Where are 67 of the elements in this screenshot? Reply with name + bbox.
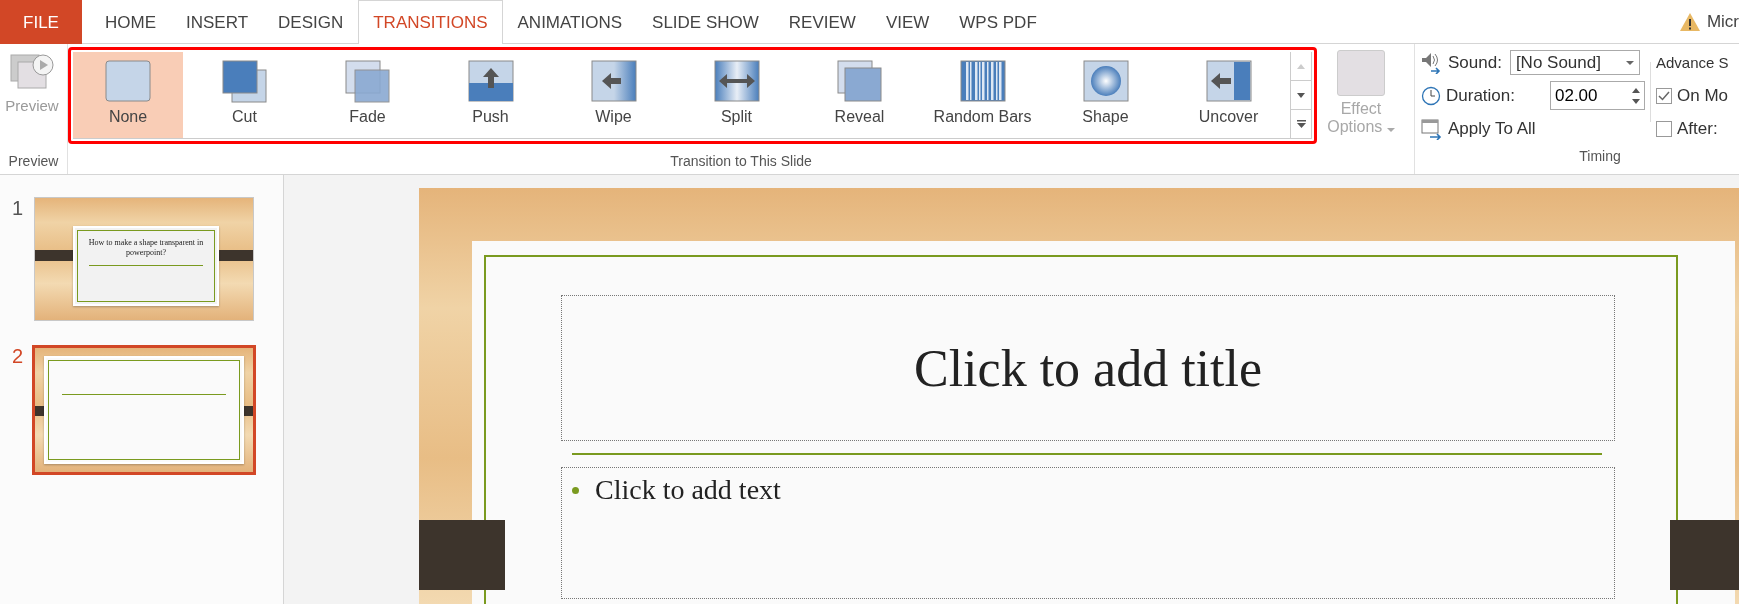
placeholder-text: Click to add text [595,474,781,506]
transition-option[interactable]: Split [675,52,798,138]
clock-icon [1421,85,1441,106]
transition-icon [588,58,639,104]
text-placeholder[interactable]: Click to add text [561,467,1615,599]
advance-slide-label: Advance S [1656,53,1729,73]
transition-option[interactable]: Shape [1044,52,1167,138]
group-label: Timing [1578,147,1622,166]
slide-number: 2 [12,345,22,368]
transition-icon [219,58,270,104]
transition-option[interactable]: Push [429,52,552,138]
transition-icon [465,58,516,104]
apply-to-all-button[interactable]: Apply To All [1421,114,1645,143]
ribbon-tab[interactable]: REVIEW [773,0,871,44]
group-label: Transition to This Slide [669,152,813,171]
ribbon-tab[interactable]: INSERT [171,0,264,44]
slide-thumbnail[interactable]: How to make a shape transparent in powerpoint? [34,197,254,321]
tab-strip [35,406,44,416]
sound-label: Sound: [1448,52,1502,73]
account-name[interactable]: Micr [1706,11,1739,32]
apply-all-icon [1421,117,1443,140]
option-label: After: [1677,118,1718,139]
tab-strip [244,406,253,416]
transition-icon [711,58,762,104]
ribbon-tab[interactable]: DESIGN [263,0,359,44]
caret-icon [1625,60,1634,65]
checkbox[interactable] [1656,120,1672,137]
transition-option[interactable]: Fade [306,52,429,138]
sound-dropdown[interactable]: [No Sound] [1509,50,1640,75]
transition-option[interactable]: Reveal [798,52,921,138]
slide-number: 1 [12,197,22,220]
title-placeholder[interactable]: Click to add title [561,295,1615,441]
bullet-icon [572,486,579,494]
group-label: Preview [7,152,60,171]
thumbnail-title: How to make a shape transparent in powerpoint? [87,238,205,259]
transition-option[interactable]: None [73,52,183,138]
duration-label: Duration: [1446,85,1515,106]
tab-strip [1670,520,1739,590]
transition-icon [957,58,1008,104]
transition-icon [342,58,393,104]
transition-icon [1203,58,1254,104]
caret-down-icon [1297,92,1305,98]
transition-option[interactable]: Cut [183,52,306,138]
speaker-icon [1421,51,1443,74]
option-label: On Mo [1677,85,1728,106]
caret-icon [1386,128,1395,132]
transition-option[interactable]: Uncover [1167,52,1290,138]
ribbon-tab[interactable]: SLIDE SHOW [637,0,774,44]
checkbox[interactable] [1656,87,1672,104]
ribbon-tab[interactable]: HOME [90,0,171,44]
duration-field[interactable]: 02.00 [1550,81,1645,110]
transition-option[interactable]: Wipe [552,52,675,138]
transition-icon [1080,58,1131,104]
caret-up-icon [1297,63,1305,69]
ribbon-tab[interactable]: WPS PDF [944,0,1052,44]
file-tab[interactable]: FILE [0,0,82,44]
ribbon-tab[interactable]: TRANSITIONS [358,0,503,44]
transition-icon [834,58,885,104]
tab-strip [35,250,73,261]
spin-arrows-icon [1632,86,1640,105]
ribbon-tab[interactable]: VIEW [870,0,945,44]
slide-thumbnail[interactable] [32,345,256,475]
transition-icon [103,58,153,104]
ribbon-tab[interactable]: ANIMATIONS [502,0,638,44]
warning-icon [1678,11,1701,32]
expand-icon [1296,120,1306,128]
transition-option[interactable]: Random Bars [921,52,1044,138]
